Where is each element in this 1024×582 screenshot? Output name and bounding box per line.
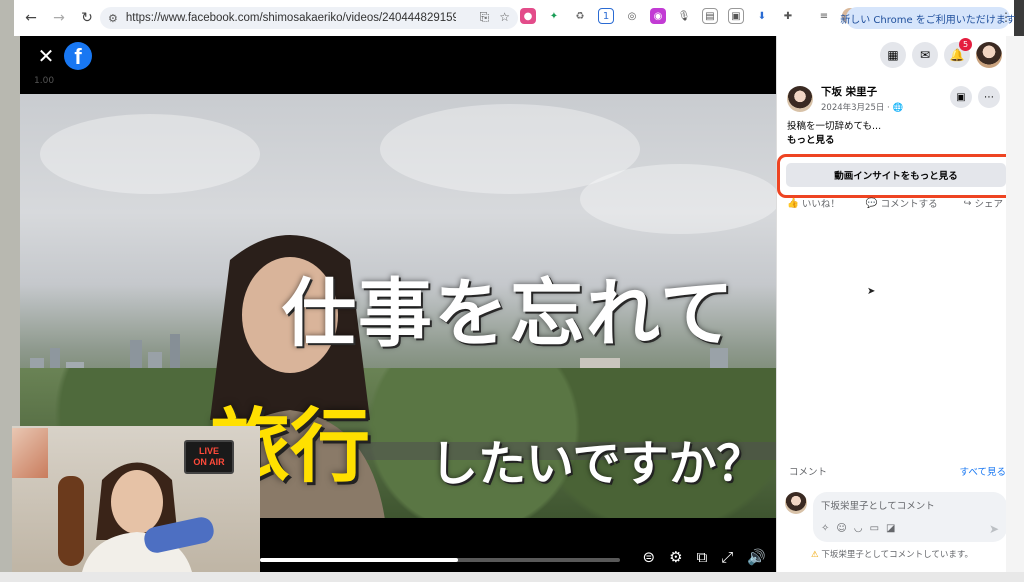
comment-button[interactable]: 💬 コメントする (865, 196, 938, 211)
extension-camera-icon[interactable]: ◉ (650, 8, 666, 24)
smiley-icon[interactable]: ◡ (854, 523, 863, 534)
sticker-icon[interactable]: ◪ (886, 523, 895, 534)
post-sidebar: ▦ ✉ 🔔 5 下坂 栄里子 2024年3月25日 · 🌐 ▣ ⋯ 投稿を一切辞… (776, 36, 1015, 572)
like-button[interactable]: 👍 いいね！ (787, 196, 840, 211)
account-avatar[interactable] (976, 42, 1002, 68)
comment-notice: ⚠ 下坂栄里子としてコメントしています。 (811, 548, 973, 560)
caption-line1: 仕事を忘れて (282, 271, 736, 357)
captions-icon[interactable]: ⊜ (643, 548, 656, 566)
site-settings-icon[interactable]: ⚙ (108, 12, 118, 25)
comments-heading: コメント (789, 467, 828, 478)
video-insights-button[interactable]: 動画インサイトをもっと見る (786, 163, 1006, 187)
more-options-icon[interactable]: ⋯ (978, 86, 1000, 108)
see-all-link[interactable]: すべて見る (960, 464, 1006, 478)
share-label: シェア (974, 199, 1003, 210)
background-page-bottom (0, 572, 1024, 582)
cloud (580, 164, 776, 234)
extension-recycle-icon[interactable]: ♻ (572, 8, 588, 24)
reading-list-icon[interactable]: ≡ (816, 8, 832, 24)
post-date[interactable]: 2024年3月25日 (821, 103, 884, 113)
caption-line2: したいですか？ (430, 436, 765, 492)
avatar-sticker-icon[interactable]: ✧ (821, 523, 829, 534)
extension-mic-icon[interactable]: 🎙 (676, 8, 692, 24)
commenter-avatar (785, 492, 807, 514)
post-body: 投稿を一切辞めても... もっと見る (787, 120, 881, 148)
extension-compass-icon[interactable]: ◎ (624, 8, 640, 24)
gif-icon[interactable]: ▭ (870, 523, 879, 534)
background-page-right (1006, 36, 1024, 582)
download-icon[interactable]: ⬇ (754, 8, 770, 24)
bookmark-star-icon[interactable]: ☆ (499, 10, 510, 25)
volume-icon[interactable]: 🔊 (747, 548, 766, 566)
address-bar[interactable]: ⚙ https://www.facebook.com/shimosakaerik… (100, 7, 518, 29)
extension-color-icon[interactable]: ● (520, 8, 536, 24)
comment-composer: 下坂栄里子としてコメント ✧ ☺ ◡ ▭ ◪ ➤ (785, 492, 1007, 542)
live-sign-bottom: ON AIR (193, 457, 225, 467)
comment-label: コメントする (880, 199, 938, 210)
live-sign-top: LIVE (198, 446, 219, 456)
globe-icon: 🌐 (892, 103, 904, 113)
highlight-box: 動画インサイトをもっと見る (777, 154, 1015, 198)
reload-icon[interactable]: ↻ (76, 7, 98, 29)
extension-1password-icon[interactable]: 1 (598, 8, 614, 24)
url-text: https://www.facebook.com/shimosakaeriko/… (125, 12, 456, 24)
reaction-bar: 👍 いいね！ 💬 コメントする ↪ シェア (787, 196, 1003, 211)
comment-notice-text: 下坂栄里子としてコメントしています。 (821, 550, 973, 560)
chrome-menu-icon[interactable]: ⋮ (1000, 10, 1012, 24)
thumbs-up-icon: 👍 (787, 197, 799, 209)
save-video-icon[interactable]: ▣ (950, 86, 972, 108)
extension-leaf-icon[interactable]: ✦ (546, 8, 562, 24)
mouse-cursor-icon: ➤ (867, 286, 876, 297)
close-icon[interactable]: ✕ (36, 46, 56, 66)
forward-arrow-icon[interactable]: → (48, 7, 70, 29)
guitar (58, 476, 84, 566)
picture-in-picture-icon[interactable]: ⧉ (697, 548, 708, 566)
playback-speed: 1.00 (34, 76, 55, 86)
comment-placeholder: 下坂栄里子としてコメント (821, 501, 935, 512)
messenger-icon[interactable]: ✉ (912, 42, 938, 68)
install-icon[interactable]: ⎘ (480, 10, 490, 25)
warning-icon: ⚠ (811, 550, 819, 560)
notifications-bell-icon[interactable]: 🔔 5 (944, 38, 972, 68)
notification-badge: 5 (959, 38, 972, 51)
comment-input[interactable]: 下坂栄里子としてコメント ✧ ☺ ◡ ▭ ◪ ➤ (813, 492, 1007, 542)
cloud (40, 114, 260, 194)
menu-grid-icon[interactable]: ▦ (880, 42, 906, 68)
streamer-figure (82, 462, 192, 572)
progress-bar[interactable] (260, 558, 620, 562)
back-arrow-icon[interactable]: ← (20, 7, 42, 29)
author-avatar[interactable] (787, 85, 813, 112)
screen: ← → ↻ ⚙ https://www.facebook.com/shimosa… (0, 0, 1024, 582)
send-icon[interactable]: ➤ (989, 522, 999, 536)
extensions-row: ● ✦ ♻ 1 ◎ ◉ 🎙 ▤ ▣ ⬇ ✚ ≡ (520, 8, 858, 24)
settings-gear-icon[interactable]: ⚙ (669, 548, 682, 566)
extension-page-icon[interactable]: ▤ (702, 8, 718, 24)
like-label: いいね！ (801, 199, 840, 210)
see-more-link[interactable]: もっと見る (787, 134, 881, 148)
fullscreen-icon[interactable]: ⤢ (721, 548, 733, 566)
post-header: 下坂 栄里子 2024年3月25日 · 🌐 (787, 84, 903, 113)
progress-fill (260, 558, 458, 562)
emoji-icon[interactable]: ☺ (836, 523, 846, 534)
author-name[interactable]: 下坂 栄里子 (821, 84, 903, 99)
share-button[interactable]: ↪ シェア (963, 196, 1003, 211)
chrome-update-pill[interactable]: 新しい Chrome をご利用いただけます (840, 7, 1016, 29)
wall-poster (12, 428, 48, 478)
extension-vr-icon[interactable]: ▣ (728, 8, 744, 24)
webcam-overlay: LIVE ON AIR (12, 426, 260, 572)
post-text: 投稿を一切辞めても... (787, 121, 882, 132)
browser-toolbar: ← → ↻ ⚙ https://www.facebook.com/shimosa… (14, 0, 1016, 36)
share-arrow-icon: ↪ (963, 197, 972, 209)
comment-bubble-icon: 💬 (865, 197, 878, 209)
facebook-logo-icon[interactable]: f (64, 42, 92, 70)
extensions-puzzle-icon[interactable]: ✚ (780, 8, 796, 24)
